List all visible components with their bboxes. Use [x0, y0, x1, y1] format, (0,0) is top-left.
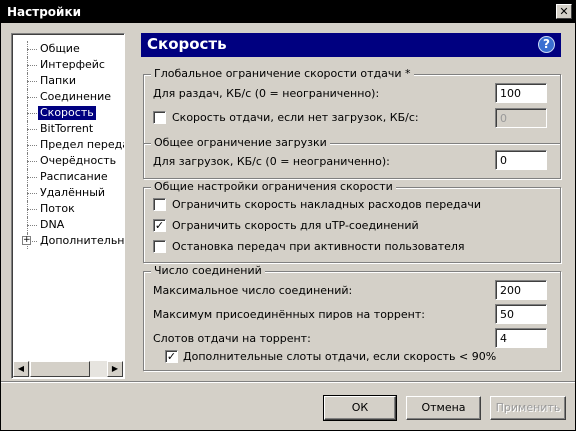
global-upload-legend: Глобальное ограничение скорости отдачи *: [151, 67, 414, 81]
title-bar: Настройки ✕: [1, 1, 575, 23]
limit-overhead-label: Ограничить скорость накладных расходов п…: [172, 198, 481, 211]
tree-connector: [27, 209, 37, 210]
limit-overhead-checkbox[interactable]: [153, 198, 166, 211]
extra-slots-label: Дополнительные слоты отдачи, если скорос…: [183, 350, 497, 363]
global-download-legend: Общее ограничение загрузки: [151, 136, 330, 150]
max-peers-label: Максимум присоединённых пиров на торрент…: [153, 308, 425, 321]
tree-connector: [27, 97, 37, 98]
scroll-left-button[interactable]: ◀: [13, 361, 29, 377]
rate-settings-group: Общие настройки ограничения скорости Огр…: [143, 180, 561, 263]
upload-slots-label: Слотов отдачи на торрент:: [153, 332, 311, 345]
window-title: Настройки: [7, 5, 82, 19]
sidebar-item-label: Поток: [40, 202, 75, 215]
tree-connector: [27, 193, 37, 194]
page-title: Скорость: [147, 35, 227, 53]
tree-connector: [27, 49, 37, 50]
sidebar-item-label: Общие: [40, 42, 80, 55]
max-connections-input[interactable]: 200: [495, 280, 547, 300]
seeding-rate-input[interactable]: 100: [495, 83, 547, 103]
sidebar-item[interactable]: Удалённый: [13, 185, 124, 201]
max-connections-label: Максимальное число соединений:: [153, 284, 353, 297]
apply-button[interactable]: Применить: [490, 396, 566, 420]
upload-slots-input[interactable]: 4: [495, 328, 547, 348]
expand-icon[interactable]: +: [22, 236, 31, 245]
global-download-group: Общее ограничение загрузки Для загрузок,…: [143, 136, 561, 179]
sidebar-item[interactable]: Предел передачи: [13, 137, 124, 153]
sidebar-item-label: Очерёдность: [40, 154, 117, 167]
cancel-button[interactable]: Отмена: [406, 396, 481, 420]
sidebar-item-label: Расписание: [40, 170, 108, 183]
ok-button[interactable]: ОК: [323, 395, 397, 421]
dialog-client: Общие Интерфейс Папки Соединение Скорость Bit…: [1, 23, 575, 430]
no-download-rate-checkbox[interactable]: [153, 111, 166, 124]
sidebar-item[interactable]: BitTorrent: [13, 121, 124, 137]
rate-settings-legend: Общие настройки ограничения скорости: [151, 180, 396, 194]
no-download-rate-label: Скорость отдачи, если нет загрузок, КБ/с…: [172, 111, 419, 124]
settings-tree: Общие Интерфейс Папки Соединение Скорость Bit…: [11, 33, 125, 379]
tree-connector: [27, 81, 37, 82]
tree-horizontal-scrollbar[interactable]: ◀ ▶: [13, 361, 123, 377]
sidebar-item[interactable]: Расписание: [13, 169, 124, 185]
seeding-rate-label: Для раздач, КБ/с (0 = неограниченно):: [153, 87, 380, 100]
limit-utp-label: Ограничить скорость для uTP-соединений: [172, 219, 419, 232]
sidebar-item-label: Папки: [40, 74, 76, 87]
tree-connector: [27, 177, 37, 178]
tree-connector: [27, 113, 37, 114]
sidebar-item[interactable]: Общие: [13, 41, 124, 57]
sidebar-item[interactable]: DNA: [13, 217, 124, 233]
connections-legend: Число соединений: [151, 264, 265, 278]
tree-list: Общие Интерфейс Папки Соединение Скорость Bit…: [13, 35, 124, 360]
page-header: Скорость ?: [141, 33, 561, 57]
sidebar-item-label: Предел передачи: [40, 138, 124, 151]
sidebar-item[interactable]: Интерфейс: [13, 57, 124, 73]
limit-utp-checkbox[interactable]: ✓: [153, 219, 166, 232]
max-peers-input[interactable]: 50: [495, 304, 547, 324]
download-rate-input[interactable]: 0: [495, 150, 547, 170]
stop-on-activity-label: Остановка передач при активности пользов…: [172, 240, 465, 253]
sidebar-item[interactable]: + Дополнительно: [13, 233, 124, 249]
tree-connector: [27, 225, 37, 226]
connections-group: Число соединений Максимальное число соед…: [143, 264, 561, 371]
settings-window: Настройки ✕ Общие Интерфейс Папки Соединени…: [0, 0, 576, 431]
scroll-thumb[interactable]: [30, 361, 90, 377]
global-upload-group: Глобальное ограничение скорости отдачи *…: [143, 67, 561, 144]
sidebar-item[interactable]: Соединение: [13, 89, 124, 105]
scroll-right-button[interactable]: ▶: [107, 361, 123, 377]
tree-connector: [27, 161, 37, 162]
tree-connector: [27, 65, 37, 66]
sidebar-item[interactable]: Скорость: [13, 105, 124, 121]
sidebar-item-label: Дополнительно: [40, 234, 124, 247]
sidebar-item[interactable]: Поток: [13, 201, 124, 217]
sidebar-item-label: Скорость: [37, 105, 97, 121]
sidebar-item-label: DNA: [40, 218, 65, 231]
extra-slots-checkbox[interactable]: ✓: [165, 350, 178, 363]
sidebar-item-label: Удалённый: [40, 186, 106, 199]
close-button[interactable]: ✕: [556, 4, 572, 19]
tree-connector: [27, 145, 37, 146]
sidebar-item-label: Интерфейс: [40, 58, 105, 71]
tree-connector: [27, 129, 37, 130]
stop-on-activity-checkbox[interactable]: [153, 240, 166, 253]
sidebar-item[interactable]: Папки: [13, 73, 124, 89]
no-download-rate-input[interactable]: 0: [495, 108, 547, 128]
help-icon[interactable]: ?: [538, 36, 555, 53]
sidebar-item-label: Соединение: [40, 90, 112, 103]
download-rate-label: Для загрузок, КБ/с (0 = неограниченно):: [153, 155, 390, 168]
sidebar-item[interactable]: Очерёдность: [13, 153, 124, 169]
sidebar-item-label: BitTorrent: [40, 122, 94, 135]
footer-separator: [1, 381, 575, 383]
